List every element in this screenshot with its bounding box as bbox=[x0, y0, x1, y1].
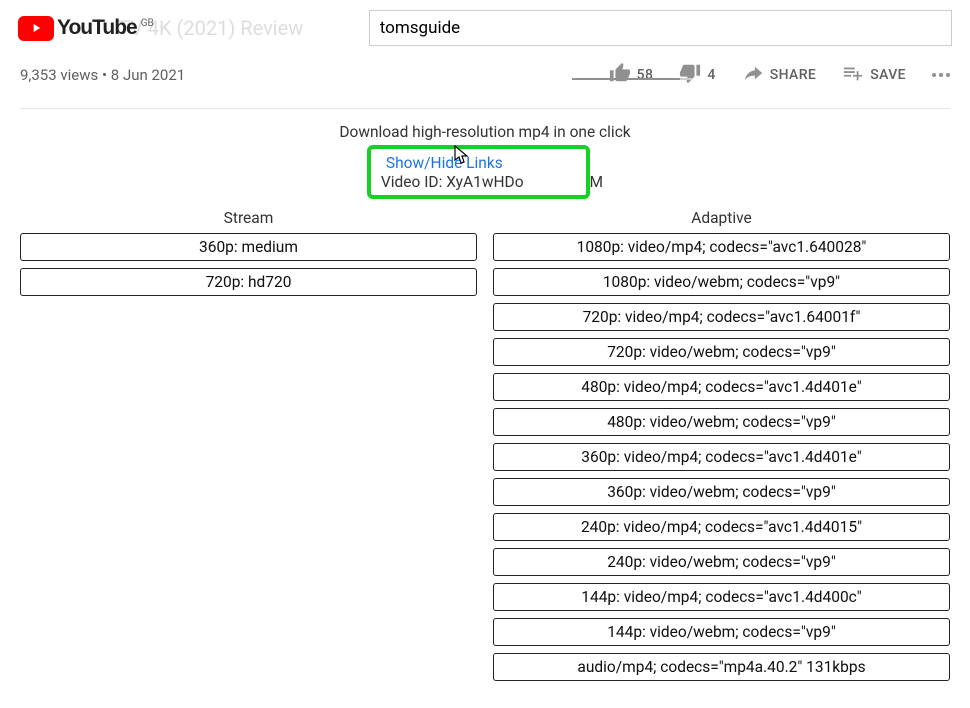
stream-item[interactable]: 360p: medium bbox=[20, 233, 477, 261]
save-label: SAVE bbox=[870, 67, 906, 83]
stream-item[interactable]: 720p: hd720 bbox=[20, 268, 477, 296]
adaptive-item[interactable]: 1080p: video/webm; codecs="vp9" bbox=[493, 268, 950, 296]
adaptive-item[interactable]: 360p: video/webm; codecs="vp9" bbox=[493, 478, 950, 506]
sentiment-bar bbox=[572, 78, 692, 80]
extension-headline: Download high-resolution mp4 in one clic… bbox=[0, 123, 970, 141]
dislike-count: 4 bbox=[707, 67, 715, 83]
adaptive-item[interactable]: 144p: video/webm; codecs="vp9" bbox=[493, 618, 950, 646]
youtube-wordmark: YouTube bbox=[57, 16, 137, 40]
save-button[interactable]: SAVE bbox=[842, 62, 906, 88]
video-id-line: Video ID: XyA1wHDo bbox=[381, 173, 524, 191]
view-count: 9,353 views bbox=[20, 66, 98, 84]
adaptive-item[interactable]: audio/mp4; codecs="mp4a.40.2" 131kbps bbox=[493, 653, 950, 681]
share-label: SHARE bbox=[770, 67, 817, 83]
show-hide-links-toggle[interactable]: Show/Hide Links bbox=[386, 154, 524, 172]
adaptive-item[interactable]: 144p: video/mp4; codecs="avc1.4d400c" bbox=[493, 583, 950, 611]
adaptive-header: Adaptive bbox=[493, 206, 950, 233]
youtube-logo[interactable]: YouTube GB bbox=[18, 16, 154, 41]
ellipsis-icon bbox=[932, 73, 950, 77]
adaptive-item[interactable]: 480p: video/webm; codecs="vp9" bbox=[493, 408, 950, 436]
divider bbox=[20, 108, 950, 109]
search-input[interactable] bbox=[380, 18, 941, 38]
meta-separator: • bbox=[98, 66, 111, 84]
adaptive-item[interactable]: 720p: video/mp4; codecs="avc1.64001f" bbox=[493, 303, 950, 331]
adaptive-item[interactable]: 240p: video/mp4; codecs="avc1.4d4015" bbox=[493, 513, 950, 541]
playlist-add-icon bbox=[842, 62, 864, 88]
adaptive-item[interactable]: 240p: video/webm; codecs="vp9" bbox=[493, 548, 950, 576]
dislike-button[interactable]: 4 bbox=[679, 62, 715, 88]
youtube-play-icon bbox=[18, 16, 54, 41]
showhide-highlight-box: Show/Hide Links Video ID: XyA1wHDo bbox=[367, 145, 590, 199]
thumbs-up-icon bbox=[609, 62, 631, 88]
adaptive-item[interactable]: 720p: video/webm; codecs="vp9" bbox=[493, 338, 950, 366]
thumbs-down-icon bbox=[679, 62, 701, 88]
adaptive-item[interactable]: 360p: video/mp4; codecs="avc1.4d401e" bbox=[493, 443, 950, 471]
region-badge: GB bbox=[141, 18, 154, 29]
adaptive-column: Adaptive 1080p: video/mp4; codecs="avc1.… bbox=[493, 206, 950, 688]
video-id-trailing: M bbox=[590, 173, 604, 191]
like-button[interactable]: 58 bbox=[609, 62, 654, 88]
adaptive-item[interactable]: 1080p: video/mp4; codecs="avc1.640028" bbox=[493, 233, 950, 261]
search-input-container[interactable] bbox=[369, 10, 952, 46]
publish-date: 8 Jun 2021 bbox=[111, 66, 185, 84]
like-count: 58 bbox=[637, 67, 654, 83]
more-actions-button[interactable] bbox=[932, 73, 950, 77]
share-icon bbox=[742, 62, 764, 88]
stream-column: Stream 360p: medium 720p: hd720 bbox=[20, 206, 477, 688]
share-button[interactable]: SHARE bbox=[742, 62, 817, 88]
adaptive-item[interactable]: 480p: video/mp4; codecs="avc1.4d401e" bbox=[493, 373, 950, 401]
stream-header: Stream bbox=[20, 206, 477, 233]
